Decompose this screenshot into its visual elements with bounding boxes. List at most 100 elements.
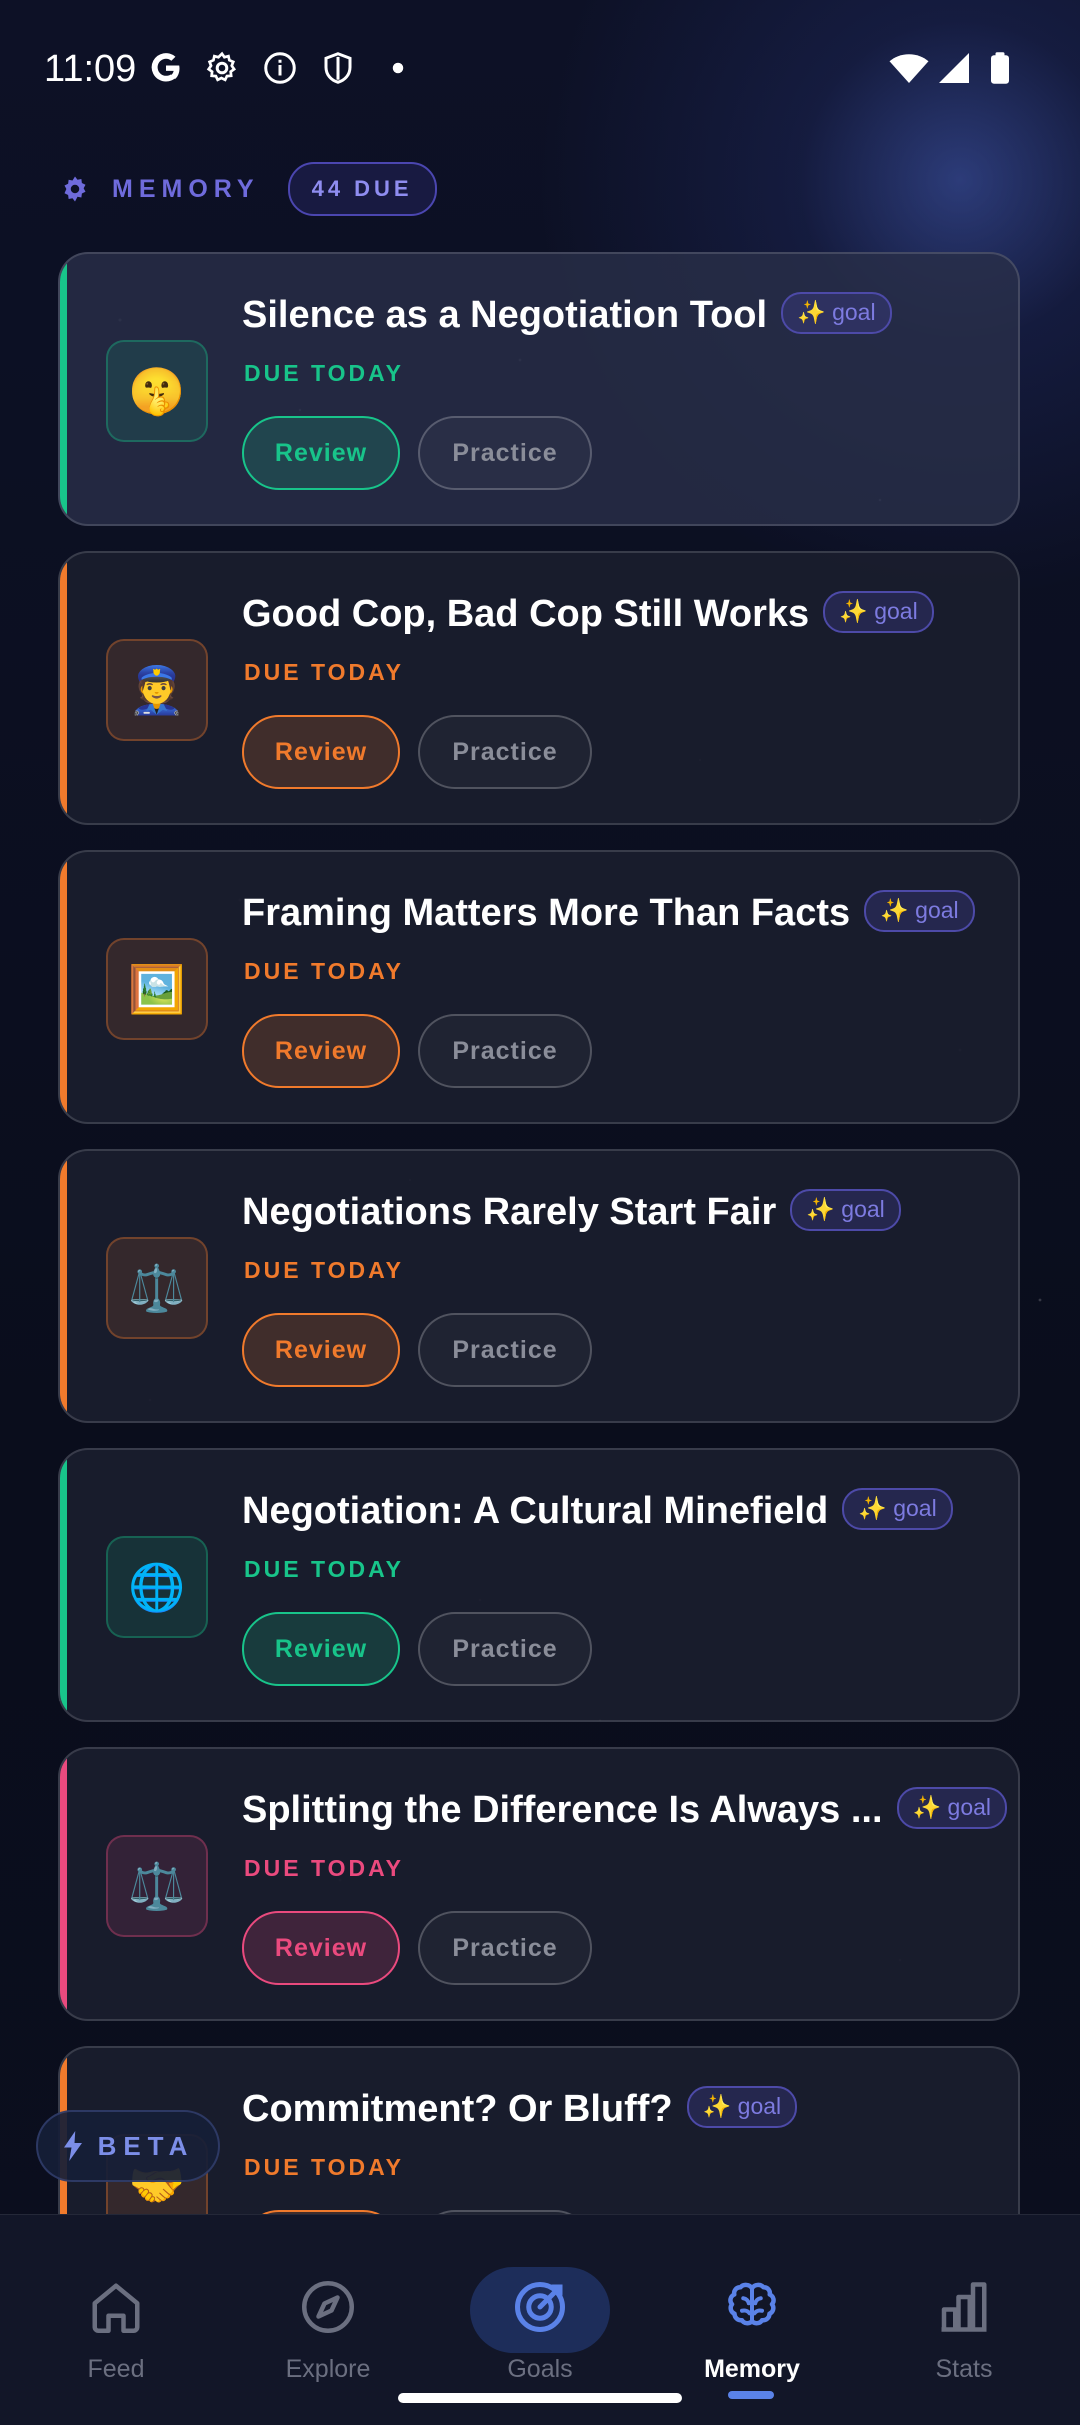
home-icon bbox=[92, 2283, 140, 2333]
nav-goals[interactable]: Goals bbox=[460, 2277, 620, 2384]
card-emoji-icon: 🌐 bbox=[128, 1560, 186, 1613]
nav-explore[interactable]: Explore bbox=[248, 2277, 408, 2384]
review-button[interactable]: Review bbox=[242, 1612, 400, 1686]
practice-button[interactable]: Practice bbox=[418, 715, 592, 789]
practice-button[interactable]: Practice bbox=[418, 416, 592, 490]
memory-card[interactable]: ⚖️ Negotiations Rarely Start Fair ✨ goal DU… bbox=[58, 1149, 1020, 1423]
practice-button[interactable]: Practice bbox=[418, 1014, 592, 1088]
dot-icon bbox=[392, 62, 404, 74]
nav-feed[interactable]: Feed bbox=[36, 2277, 196, 2384]
review-button[interactable]: Review bbox=[242, 1313, 400, 1387]
card-emoji-icon: ⚖️ bbox=[128, 1859, 186, 1912]
card-title-text: Negotiation: A Cultural Minefield bbox=[242, 1490, 829, 1532]
practice-button[interactable]: Practice bbox=[418, 1911, 592, 1985]
active-tab-indicator bbox=[728, 2391, 774, 2399]
lightning-icon bbox=[63, 2131, 82, 2161]
card-thumbnail: ⚖️ bbox=[106, 1237, 208, 1339]
memory-card-list[interactable]: 🤫 Silence as a Negotiation Tool ✨ goal DUE … bbox=[58, 252, 1022, 2214]
status-bar: 11:09 bbox=[0, 0, 1080, 140]
card-title[interactable]: Good Cop, Bad Cop Still Works ✨ goal bbox=[242, 590, 934, 637]
status-time: 11:09 bbox=[44, 48, 137, 90]
card-emoji-icon: 🤫 bbox=[128, 364, 186, 417]
card-thumbnail: 🖼️ bbox=[106, 938, 208, 1040]
info-icon bbox=[264, 52, 296, 84]
due-status-label: DUE TODAY bbox=[244, 1257, 404, 1283]
card-title-text: Negotiations Rarely Start Fair bbox=[242, 1191, 777, 1233]
card-emoji-icon: 🖼️ bbox=[128, 962, 186, 1015]
settings-gear-icon bbox=[206, 51, 237, 82]
brain-icon bbox=[728, 2282, 776, 2326]
card-title[interactable]: Negotiations Rarely Start Fair ✨ goal bbox=[242, 1188, 901, 1235]
card-title[interactable]: Commitment? Or Bluff? ✨ goal bbox=[242, 2085, 798, 2132]
bar-chart-icon bbox=[941, 2282, 987, 2332]
card-accent-bar bbox=[60, 1749, 67, 2019]
target-icon bbox=[515, 2282, 565, 2332]
card-title[interactable]: Framing Matters More Than Facts ✨ goal bbox=[242, 889, 975, 936]
nav-explore-label: Explore bbox=[285, 2355, 371, 2383]
card-accent-bar bbox=[60, 553, 67, 823]
memory-card[interactable]: ⚖️ Splitting the Difference Is Always ...… bbox=[58, 1747, 1020, 2021]
review-button[interactable]: Review bbox=[242, 715, 400, 789]
card-accent-bar bbox=[60, 1450, 67, 1720]
card-emoji-icon: 👮 bbox=[128, 663, 186, 716]
card-title[interactable]: Silence as a Negotiation Tool ✨ goal bbox=[242, 291, 892, 338]
due-status-label: DUE TODAY bbox=[244, 1556, 404, 1582]
nav-memory[interactable]: Memory bbox=[672, 2277, 832, 2384]
goal-tag: ✨ goal bbox=[686, 2085, 798, 2128]
card-title-text: Framing Matters More Than Facts bbox=[242, 892, 851, 934]
goal-tag: ✨ goal bbox=[864, 889, 975, 932]
card-title[interactable]: Negotiation: A Cultural Minefield ✨ goal bbox=[242, 1487, 953, 1534]
memory-card[interactable]: 👮 Good Cop, Bad Cop Still Works ✨ goal DUE … bbox=[58, 551, 1020, 825]
card-title-text: Good Cop, Bad Cop Still Works bbox=[242, 593, 810, 635]
goal-tag: ✨ goal bbox=[842, 1487, 953, 1530]
brain-gear-icon bbox=[64, 176, 86, 202]
practice-button[interactable]: Practice bbox=[418, 1612, 592, 1686]
due-status-label: DUE TODAY bbox=[244, 1855, 404, 1881]
memory-title: MEMORY bbox=[112, 174, 260, 203]
card-thumbnail: 🤫 bbox=[106, 340, 208, 442]
goal-tag: ✨ goal bbox=[790, 1188, 901, 1231]
nav-goals-label: Goals bbox=[507, 2355, 573, 2383]
card-emoji-icon: ⚖️ bbox=[128, 1261, 186, 1314]
nav-memory-label: Memory bbox=[704, 2355, 800, 2383]
card-title-text: Splitting the Difference Is Always ... bbox=[242, 1789, 883, 1831]
memory-card[interactable]: 🖼️ Framing Matters More Than Facts ✨ goal D… bbox=[58, 850, 1020, 1124]
card-thumbnail: ⚖️ bbox=[106, 1835, 208, 1937]
card-title[interactable]: Splitting the Difference Is Always ... ✨ … bbox=[242, 1786, 1008, 1833]
google-g-icon bbox=[151, 53, 180, 82]
card-title-text: Silence as a Negotiation Tool bbox=[242, 294, 768, 336]
practice-button[interactable]: Practice bbox=[418, 1313, 592, 1387]
nav-stats-label: Stats bbox=[935, 2355, 993, 2383]
due-count-badge: 44 DUE bbox=[287, 162, 437, 216]
due-status-label: DUE TODAY bbox=[244, 958, 404, 984]
beta-label: BETA bbox=[97, 2130, 195, 2161]
memory-header: MEMORY 44 DUE bbox=[60, 162, 437, 216]
nav-feed-label: Feed bbox=[87, 2355, 145, 2383]
battery-icon bbox=[991, 52, 1009, 84]
due-status-label: DUE TODAY bbox=[244, 2154, 404, 2180]
signal-icon bbox=[939, 53, 969, 83]
card-thumbnail: 👮 bbox=[106, 639, 208, 741]
bottom-nav: Feed Explore Goals Memory Stats bbox=[0, 2214, 1080, 2425]
goal-tag: ✨ goal bbox=[823, 590, 934, 633]
memory-card[interactable]: 🤫 Silence as a Negotiation Tool ✨ goal DUE … bbox=[58, 252, 1020, 526]
nav-stats[interactable]: Stats bbox=[884, 2277, 1044, 2384]
due-status-label: DUE TODAY bbox=[244, 360, 404, 386]
shield-icon bbox=[324, 52, 352, 84]
review-button[interactable]: Review bbox=[242, 416, 400, 490]
wifi-icon bbox=[889, 54, 929, 83]
beta-badge[interactable]: BETA bbox=[36, 2110, 220, 2182]
card-title-text: Commitment? Or Bluff? bbox=[242, 2088, 673, 2130]
goal-tag: ✨ goal bbox=[896, 1786, 1008, 1829]
home-indicator[interactable] bbox=[398, 2393, 682, 2403]
review-button[interactable]: Review bbox=[242, 1014, 400, 1088]
card-accent-bar bbox=[60, 254, 67, 524]
goal-tag: ✨ goal bbox=[781, 291, 892, 334]
card-accent-bar bbox=[60, 1151, 67, 1421]
memory-card[interactable]: 🌐 Negotiation: A Cultural Minefield ✨ goal… bbox=[58, 1448, 1020, 1722]
due-status-label: DUE TODAY bbox=[244, 659, 404, 685]
card-accent-bar bbox=[60, 852, 67, 1122]
compass-icon bbox=[302, 2281, 354, 2333]
review-button[interactable]: Review bbox=[242, 1911, 400, 1985]
card-thumbnail: 🌐 bbox=[106, 1536, 208, 1638]
